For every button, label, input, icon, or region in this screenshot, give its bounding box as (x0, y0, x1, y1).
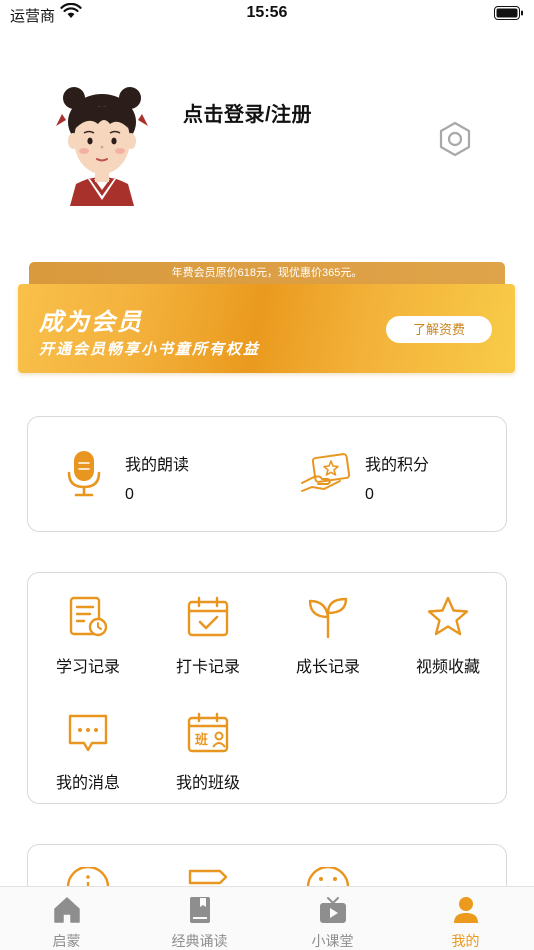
class-icon: 班 (187, 712, 229, 753)
tab-enlightenment-label: 启蒙 (52, 933, 81, 949)
sprout-icon (308, 597, 348, 639)
book-icon (190, 897, 210, 923)
my-reading-label: 我的朗读 (125, 457, 190, 474)
my-reading-value: 0 (125, 486, 134, 503)
study-record-label: 学习记录 (55, 659, 120, 676)
video-favorites-label: 视频收藏 (415, 659, 480, 676)
membership-subtitle: 开通会员畅享小书童所有权益 (39, 341, 261, 358)
home-icon (54, 897, 80, 923)
points-card-icon (301, 453, 351, 492)
growth-record-label: 成长记录 (295, 659, 360, 676)
settings-gear-icon[interactable] (437, 121, 473, 157)
avatar[interactable] (52, 84, 152, 206)
study-record-icon (69, 596, 108, 637)
my-messages-label: 我的消息 (55, 775, 120, 792)
tab-classic-reading[interactable]: 经典诵读 (133, 887, 266, 950)
my-messages-item[interactable]: 我的消息 (28, 691, 148, 792)
tab-classic-reading-label: 经典诵读 (171, 933, 228, 949)
svg-text:班: 班 (195, 732, 208, 748)
my-reading-stat[interactable]: 我的朗读 0 (28, 417, 268, 533)
clock: 15:56 (246, 4, 288, 21)
my-class-label: 我的班级 (175, 775, 240, 792)
message-icon (68, 714, 108, 752)
battery-icon (494, 6, 523, 20)
microphone-icon (67, 451, 101, 497)
tab-mine[interactable]: 我的 (399, 887, 532, 950)
tab-enlightenment[interactable]: 启蒙 (0, 887, 133, 950)
status-bar: 运营商 15:56 (0, 0, 534, 28)
video-favorites-item[interactable]: 视频收藏 (388, 575, 508, 676)
records-menu-card: 学习记录 打卡记录 成长记录 视频收藏 我的消息 班 我的班级 (27, 572, 507, 804)
growth-record-item[interactable]: 成长记录 (268, 575, 388, 676)
membership-banner[interactable]: 成为会员 开通会员畅享小书童所有权益 了解资费 (18, 284, 515, 373)
tv-icon (320, 897, 346, 923)
calendar-check-icon (187, 596, 229, 637)
study-record-item[interactable]: 学习记录 (28, 575, 148, 676)
tab-bar: 启蒙 经典诵读 小课堂 我的 (0, 886, 534, 950)
smile-icon[interactable] (306, 867, 350, 887)
star-icon (427, 596, 469, 636)
membership-price-note: 年费会员原价618元，现优惠价365元。 (29, 262, 505, 284)
view-pricing-button[interactable]: 了解资费 (386, 316, 492, 343)
checkin-record-item[interactable]: 打卡记录 (148, 575, 268, 676)
tab-mine-label: 我的 (451, 933, 480, 949)
my-points-stat[interactable]: 我的积分 0 (268, 417, 508, 533)
my-points-label: 我的积分 (365, 457, 430, 474)
checkin-record-label: 打卡记录 (175, 659, 240, 676)
membership-title: 成为会员 (39, 309, 143, 336)
my-points-value: 0 (365, 486, 374, 503)
my-class-item[interactable]: 班 我的班级 (148, 691, 268, 792)
login-register-link[interactable]: 点击登录/注册 (183, 98, 312, 127)
person-icon (454, 897, 478, 923)
tab-small-classroom-label: 小课堂 (311, 933, 354, 949)
tab-small-classroom[interactable]: 小课堂 (266, 887, 399, 950)
stats-card: 我的朗读 0 我的积分 0 (27, 416, 507, 532)
signpost-icon[interactable] (186, 869, 230, 887)
info-icon[interactable] (66, 867, 110, 887)
